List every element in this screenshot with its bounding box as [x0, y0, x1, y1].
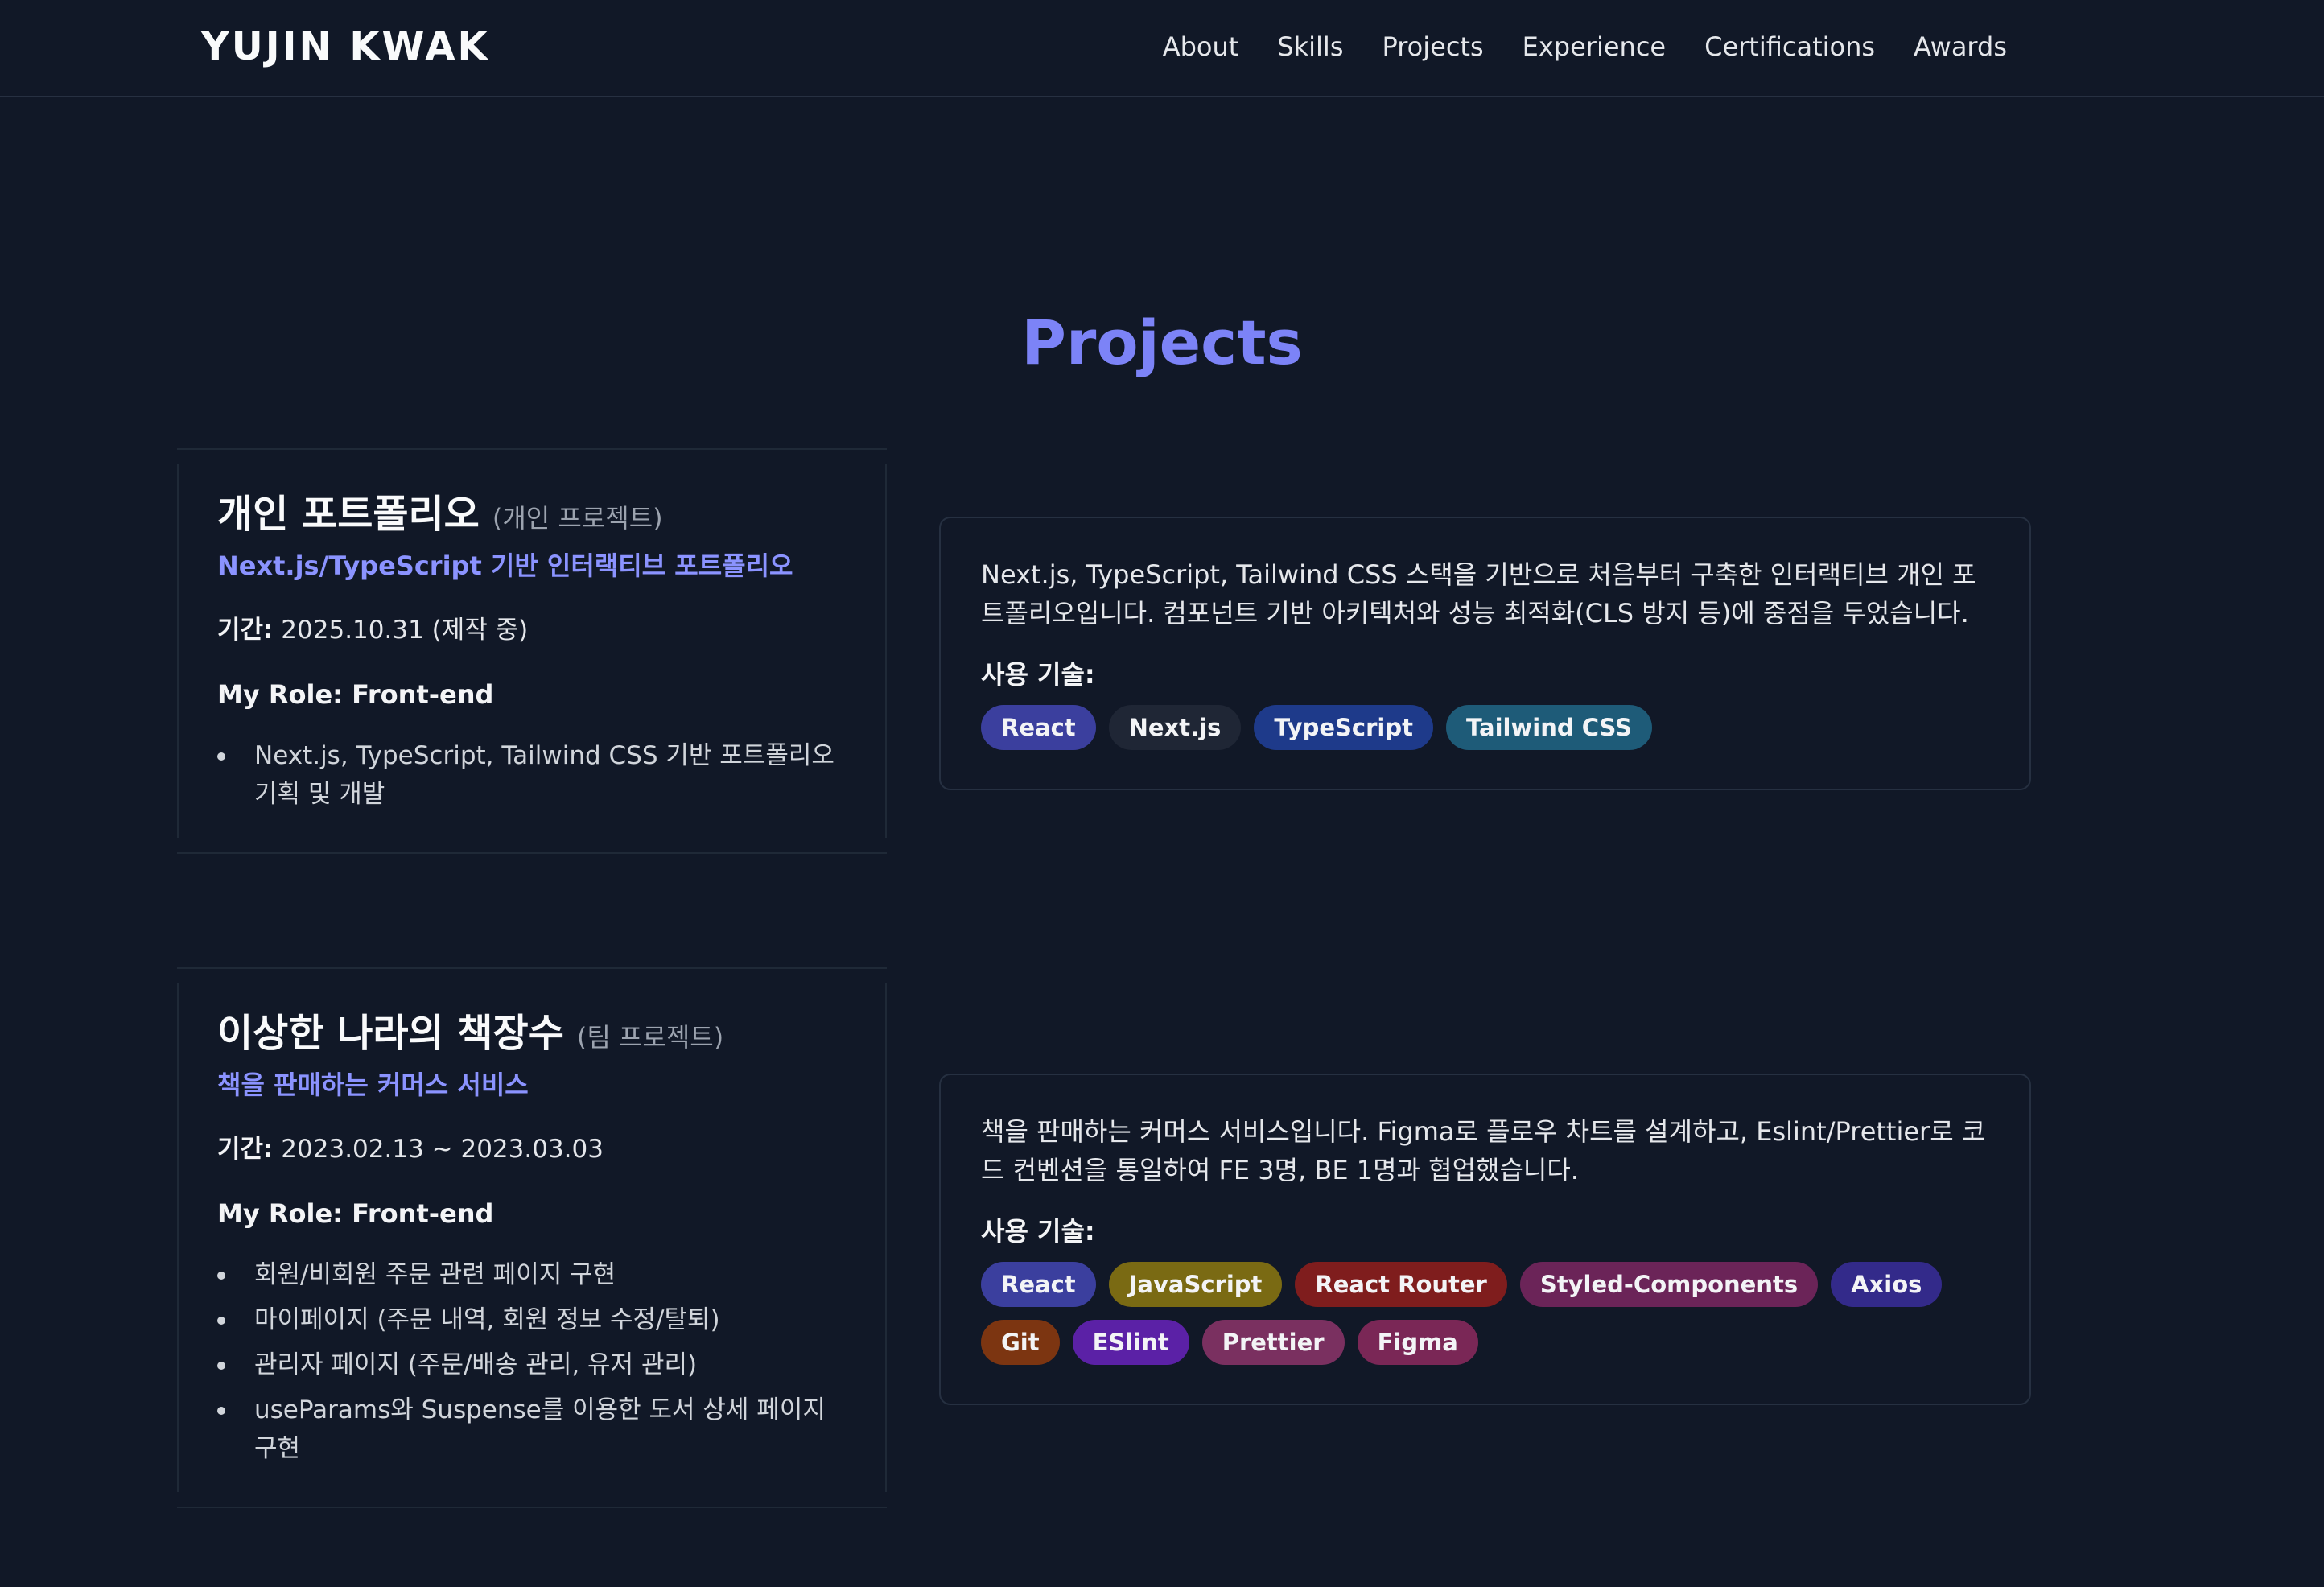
- period-label: 기간:: [217, 616, 274, 645]
- project-period: 기간: 2023.02.13 ~ 2023.03.03: [217, 1132, 847, 1167]
- project-card-portfolio: 개인 포트폴리오 (개인 프로젝트) Next.js/TypeScript 기반…: [177, 448, 887, 854]
- tech-tag: Styled-Components: [1519, 1262, 1819, 1307]
- bullet-icon: [217, 1272, 225, 1280]
- list-item: useParams와 Suspense를 이용한 도서 상세 페이지 구현: [217, 1391, 847, 1468]
- project-subtitle: 책을 판매하는 커머스 서비스: [217, 1070, 529, 1100]
- list-item: 마이페이지 (주문 내역, 회원 정보 수정/탈퇴): [217, 1301, 847, 1339]
- tech-tag: Next.js: [1108, 705, 1242, 750]
- project-heading: 개인 포트폴리오 (개인 프로젝트): [217, 490, 847, 538]
- nav-skills[interactable]: Skills: [1277, 29, 1343, 64]
- period-value: 2023.02.13 ~ 2023.03.03: [281, 1135, 604, 1164]
- section-title: Projects: [1021, 307, 1303, 378]
- project-type: (개인 프로젝트): [492, 503, 663, 534]
- tech-tag: React Router: [1295, 1262, 1507, 1307]
- project-bullets: Next.js, TypeScript, Tailwind CSS 기반 포트폴…: [217, 736, 847, 814]
- tech-tag: TypeScript: [1254, 705, 1433, 750]
- project-description: 책을 판매하는 커머스 서비스입니다. Figma로 플로우 차트를 설계하고,…: [981, 1116, 1986, 1185]
- tech-tag: Axios: [1831, 1262, 1943, 1307]
- tech-tags: React Next.js TypeScript Tailwind CSS: [981, 705, 1989, 750]
- nav-projects[interactable]: Projects: [1382, 29, 1483, 64]
- bullet-icon: [217, 752, 225, 761]
- tech-tag: Figma: [1357, 1320, 1478, 1365]
- tech-label: 사용 기술:: [981, 1216, 1095, 1247]
- project-subtitle: Next.js/TypeScript 기반 인터랙티브 포트폴리오: [217, 550, 793, 581]
- project-period: 기간: 2025.10.31 (제작 중): [217, 612, 847, 648]
- project-heading: 이상한 나라의 책장수 (팀 프로젝트): [217, 1009, 847, 1057]
- nav-experience[interactable]: Experience: [1523, 29, 1666, 64]
- bullet-icon: [217, 1317, 225, 1325]
- tech-tag: React: [981, 1262, 1096, 1307]
- project-type: (팀 프로젝트): [576, 1022, 724, 1053]
- project-bullets: 회원/비회원 주문 관련 페이지 구현 마이페이지 (주문 내역, 회원 정보 …: [217, 1255, 847, 1468]
- tech-tag: ESlint: [1072, 1320, 1189, 1365]
- list-item: 회원/비회원 주문 관련 페이지 구현: [217, 1255, 847, 1294]
- bullet-text: 관리자 페이지 (주문/배송 관리, 유저 관리): [254, 1350, 698, 1379]
- tech-tag: React: [981, 705, 1096, 750]
- nav-certifications[interactable]: Certifications: [1704, 29, 1875, 64]
- bullet-text: 마이페이지 (주문 내역, 회원 정보 수정/탈퇴): [254, 1305, 720, 1334]
- project-description: Next.js, TypeScript, Tailwind CSS 스택을 기반…: [981, 559, 1976, 629]
- period-value: 2025.10.31 (제작 중): [281, 616, 529, 645]
- period-label: 기간:: [217, 1135, 274, 1164]
- nav-awards[interactable]: Awards: [1914, 29, 2007, 64]
- tech-tag: Git: [981, 1320, 1060, 1365]
- project-name: 개인 포트폴리오: [217, 492, 480, 537]
- project-name: 이상한 나라의 책장수: [217, 1011, 564, 1056]
- bullet-icon: [217, 1362, 225, 1370]
- list-item: 관리자 페이지 (주문/배송 관리, 유저 관리): [217, 1346, 847, 1384]
- bullet-text: 회원/비회원 주문 관련 페이지 구현: [254, 1260, 616, 1289]
- tech-tags: React JavaScript React Router Styled-Compon…: [981, 1262, 1989, 1365]
- list-item: Next.js, TypeScript, Tailwind CSS 기반 포트폴…: [217, 736, 847, 814]
- brand-logo-text[interactable]: YUJIN KWAK: [201, 24, 490, 69]
- main-nav: About Skills Projects Experience Certifi…: [1124, 29, 2007, 64]
- project-role: My Role: Front-end: [217, 1198, 494, 1229]
- tech-label: 사용 기술:: [981, 659, 1095, 690]
- site-header: YUJIN KWAK About Skills Projects Experie…: [0, 0, 2324, 97]
- project-description-card-bookstore: 책을 판매하는 커머스 서비스입니다. Figma로 플로우 차트를 설계하고,…: [939, 1074, 2031, 1405]
- project-role: My Role: Front-end: [217, 679, 494, 710]
- tech-tag: Tailwind CSS: [1445, 705, 1653, 750]
- tech-tag: Prettier: [1201, 1320, 1345, 1365]
- project-card-bookstore: 이상한 나라의 책장수 (팀 프로젝트) 책을 판매하는 커머스 서비스 기간:…: [177, 967, 887, 1508]
- tech-tag: JavaScript: [1108, 1262, 1283, 1307]
- bullet-text: useParams와 Suspense를 이용한 도서 상세 페이지 구현: [254, 1395, 826, 1463]
- project-description-card-portfolio: Next.js, TypeScript, Tailwind CSS 스택을 기반…: [939, 517, 2031, 790]
- bullet-icon: [217, 1407, 225, 1415]
- nav-about[interactable]: About: [1163, 29, 1239, 64]
- bullet-text: Next.js, TypeScript, Tailwind CSS 기반 포트폴…: [254, 741, 834, 809]
